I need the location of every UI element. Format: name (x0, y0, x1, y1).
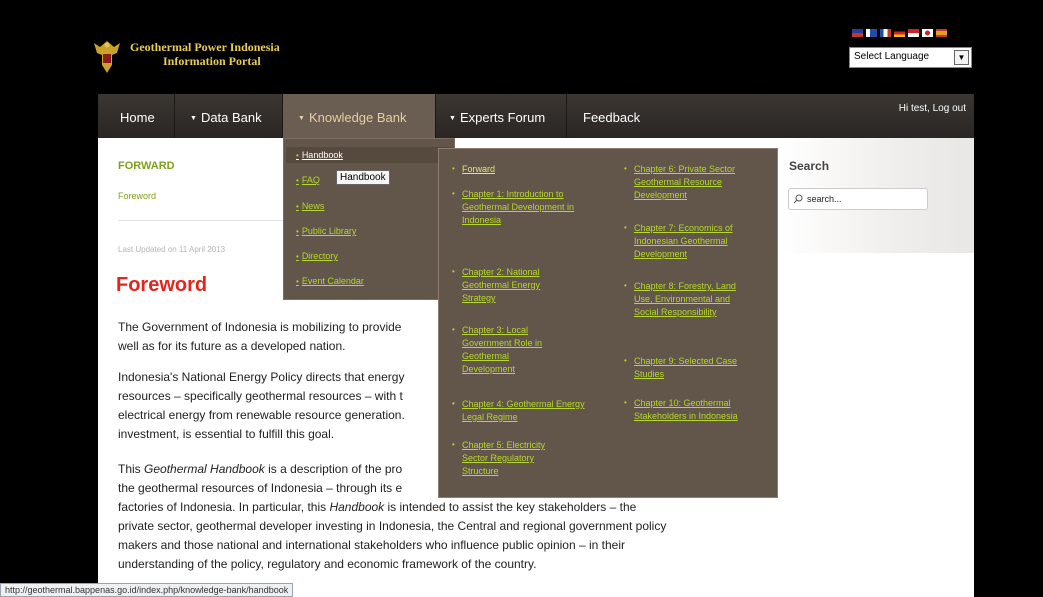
submenu-item-chapter-3[interactable]: Chapter 3: Local Government Role in Geot… (462, 324, 562, 376)
submenu-item-chapter-9[interactable]: Chapter 9: Selected Case Studies (634, 355, 744, 381)
section-link[interactable]: Foreword (118, 191, 156, 201)
text-italic: Handbook (329, 500, 385, 514)
nav-data-bank[interactable]: ▼ Data Bank (190, 94, 262, 138)
page-title: Foreword (116, 274, 208, 296)
menu-item-event-calendar[interactable]: • Event Calendar (296, 276, 364, 286)
nav-feedback[interactable]: Feedback (583, 94, 640, 138)
menu-item-label: Public Library (301, 226, 357, 236)
submenu-item-chapter-1[interactable]: Chapter 1: Introduction to Geothermal De… (462, 188, 587, 227)
search-title: Search (789, 159, 830, 173)
flag-ph-icon[interactable] (866, 29, 877, 37)
nav-experts-forum-label: Experts Forum (459, 110, 546, 125)
text-italic: Geothermal Handbook (144, 462, 265, 476)
submenu-item-chapter-6[interactable]: Chapter 6: Private Sector Geothermal Res… (634, 163, 749, 202)
menu-item-public-library[interactable]: • Public Library (296, 226, 356, 236)
submenu-item-forward[interactable]: Forward (462, 163, 587, 176)
text-line: private sector, geothermal developer inv… (118, 519, 667, 533)
submenu-item-chapter-8[interactable]: Chapter 8: Forestry, Land Use, Environme… (634, 280, 754, 319)
menu-item-news[interactable]: • News (296, 201, 324, 211)
triangle-down-icon: ▼ (449, 115, 456, 122)
nav-divider (174, 94, 175, 138)
submenu-item-chapter-7[interactable]: Chapter 7: Economics of Indonesian Geoth… (634, 222, 769, 261)
garuda-emblem-icon[interactable] (92, 37, 122, 77)
menu-item-label: News (301, 201, 325, 211)
menu-item-label: Directory (301, 251, 338, 261)
user-greeting: Hi test, Log out (899, 103, 966, 114)
text-line: factories of Indonesia. In particular, t… (118, 498, 758, 517)
menu-item-handbook[interactable]: • Handbook (296, 150, 343, 160)
site-title-line2: Information Portal (163, 54, 261, 68)
menu-item-label: Handbook (301, 150, 343, 160)
text-span: This (118, 462, 145, 476)
site-title-line1: Geothermal Power Indonesia (130, 40, 280, 54)
chevron-down-icon: ▼ (954, 50, 969, 65)
submenu-item-chapter-10[interactable]: Chapter 10: Geothermal Stakeholders in I… (634, 397, 764, 423)
nav-knowledge-bank-label: Knowledge Bank (308, 110, 407, 125)
menu-item-label: Event Calendar (301, 276, 364, 286)
text-span: factories of Indonesia. In particular, t… (118, 500, 330, 514)
nav-home-label: Home (120, 110, 155, 125)
text-span: is intended to assist the key stakeholde… (384, 500, 637, 514)
bullet-icon: • (452, 267, 455, 276)
last-updated: Last Updated on 11 April 2013 (118, 245, 226, 254)
tooltip: Handbook (336, 170, 390, 185)
knowledge-bank-dropdown: •Handbook ▸ •FAQ •News •Public Library ▸… (283, 138, 455, 300)
flag-id-icon[interactable] (908, 29, 919, 37)
submenu-item-chapter-5[interactable]: Chapter 5: Electricity Sector Regulatory… (462, 439, 572, 478)
search-icon (793, 194, 803, 204)
bullet-icon: • (624, 398, 627, 407)
bullet-icon: • (624, 356, 627, 365)
bullet-icon: • (624, 281, 627, 290)
language-flags (852, 29, 947, 37)
bullet-icon: • (624, 223, 627, 232)
nav-experts-forum[interactable]: ▼ Experts Forum (449, 94, 545, 138)
user-greeting-text: Hi test, (898, 103, 933, 114)
menu-item-faq[interactable]: • FAQ (296, 175, 320, 185)
browser-status-bar: http://geothermal.bappenas.go.id/index.p… (0, 583, 294, 597)
text-line: makers and those national and internatio… (118, 538, 625, 552)
nav-divider (435, 94, 436, 138)
handbook-submenu: • Forward • Chapter 1: Introduction to G… (438, 148, 778, 498)
text-line: understanding of the policy, regulatory … (118, 557, 537, 571)
nav-feedback-label: Feedback (583, 110, 641, 125)
nav-data-bank-label: Data Bank (200, 110, 262, 125)
site-title[interactable]: Geothermal Power Indonesia Information P… (130, 40, 280, 68)
flag-jp-icon[interactable] (922, 29, 933, 37)
bullet-icon: • (452, 325, 455, 334)
bullet-icon: • (452, 164, 455, 173)
bullet-icon: • (452, 399, 455, 408)
language-select[interactable]: Select Language ▼ (849, 47, 972, 68)
text-span: is a description of the pro (264, 462, 403, 476)
flag-fr-icon[interactable] (880, 29, 891, 37)
menu-item-label: FAQ (301, 175, 320, 185)
bullet-icon: • (452, 189, 455, 198)
main-nav: Home ▼ Data Bank ▼ Knowledge Bank ▼ Experts… (98, 94, 974, 138)
menu-item-directory[interactable]: • Directory (296, 251, 338, 261)
flag-es-icon[interactable] (936, 29, 947, 37)
submenu-item-chapter-2[interactable]: Chapter 2: National Geothermal Energy St… (462, 266, 572, 305)
section-title: FORWARD (118, 160, 175, 172)
search-placeholder: search... (807, 194, 842, 204)
nav-knowledge-bank[interactable]: ▼ Knowledge Bank (283, 94, 435, 138)
bullet-icon: • (624, 164, 627, 173)
submenu-item-chapter-4[interactable]: Chapter 4: Geothermal Energy Legal Regim… (462, 398, 587, 424)
flag-en-icon[interactable] (852, 29, 863, 37)
triangle-down-icon: ▼ (298, 115, 305, 122)
flag-de-icon[interactable] (894, 29, 905, 37)
logout-link[interactable]: Log out (933, 103, 966, 114)
triangle-down-icon: ▼ (190, 115, 197, 122)
language-select-value: Select Language (854, 51, 930, 62)
bullet-icon: • (452, 440, 455, 449)
nav-divider (566, 94, 567, 138)
nav-home[interactable]: Home (120, 94, 155, 138)
search-input[interactable]: search... (788, 188, 928, 210)
